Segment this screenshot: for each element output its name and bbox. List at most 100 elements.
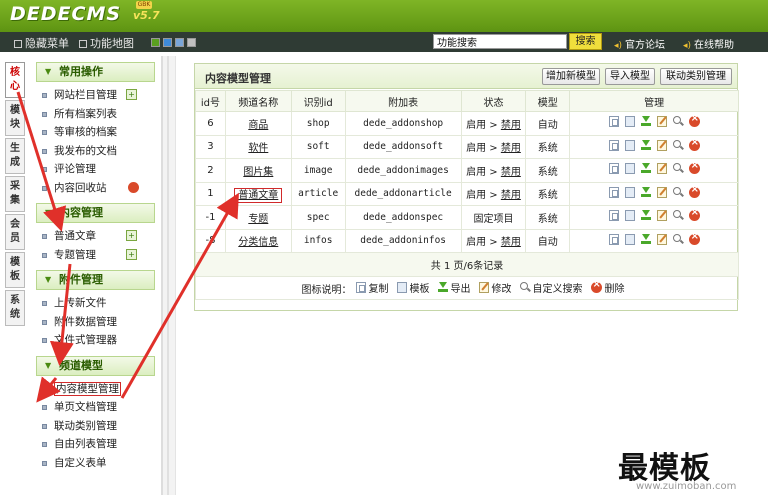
feature-search-input[interactable] — [433, 34, 567, 49]
delete-icon[interactable] — [688, 207, 700, 222]
template-icon[interactable] — [624, 163, 635, 175]
hide-menu-button[interactable]: 隐藏菜单 — [14, 35, 69, 51]
menu-item[interactable]: 所有档案列表 — [28, 105, 161, 124]
custom-search-icon[interactable] — [672, 139, 683, 151]
disable-link[interactable]: 禁用 — [501, 143, 521, 154]
menu-item[interactable]: 普通文章 + — [28, 227, 161, 246]
export-icon[interactable] — [640, 163, 651, 174]
edit-icon[interactable] — [656, 163, 667, 175]
custom-search-icon[interactable] — [672, 210, 683, 221]
menu-item[interactable]: 评论管理 — [28, 160, 161, 179]
copy-icon[interactable] — [608, 233, 619, 245]
add-icon[interactable]: + — [126, 89, 137, 100]
skin-swatch-lightblue[interactable] — [175, 38, 184, 47]
feature-map-button[interactable]: 功能地图 — [79, 35, 134, 51]
template-icon[interactable] — [624, 233, 635, 245]
module-tab-6[interactable]: 系统 — [5, 290, 25, 326]
delete-icon[interactable] — [688, 231, 700, 245]
delete-icon[interactable] — [688, 184, 700, 198]
skin-swatch-green[interactable] — [151, 38, 160, 47]
copy-icon[interactable] — [608, 163, 619, 175]
menu-item[interactable]: 自由列表管理 — [28, 435, 161, 454]
menu-item[interactable]: 内容回收站 — [28, 179, 161, 198]
copy-icon[interactable] — [608, 116, 619, 128]
cell-ident: soft — [290, 134, 346, 159]
feature-map-label: 功能地图 — [90, 37, 134, 50]
disable-link[interactable]: 禁用 — [501, 120, 521, 131]
edit-icon[interactable] — [656, 210, 667, 222]
menu-item[interactable]: 上传新文件 — [28, 294, 161, 313]
skin-swatch-blue[interactable] — [163, 38, 172, 47]
template-icon — [396, 281, 407, 293]
skin-swatch-gray[interactable] — [187, 38, 196, 47]
edit-icon[interactable] — [656, 186, 667, 198]
recycle-icon[interactable] — [128, 181, 139, 193]
menu-group-header[interactable]: ▼ 频道模型 — [36, 355, 155, 376]
module-tab-0[interactable]: 核心 — [5, 62, 25, 98]
export-icon[interactable] — [640, 210, 651, 221]
menu-item[interactable]: 自定义表单 — [28, 454, 161, 473]
channel-name-link[interactable]: 图片集 — [243, 167, 273, 178]
edit-icon[interactable] — [656, 116, 667, 128]
menu-group-header[interactable]: ▼ 常用操作 — [36, 62, 155, 82]
template-icon[interactable] — [624, 186, 635, 198]
module-tab-4[interactable]: 会员 — [5, 214, 25, 250]
module-tab-1[interactable]: 模块 — [5, 100, 25, 136]
template-icon[interactable] — [624, 116, 635, 128]
edit-icon[interactable] — [656, 233, 667, 245]
dedecms-logo[interactable]: DEDECMS — [10, 3, 121, 25]
add-icon[interactable]: + — [126, 230, 137, 241]
custom-search-icon[interactable] — [672, 116, 683, 127]
channel-name-link[interactable]: 软件 — [248, 143, 268, 154]
channel-name-link[interactable]: 专题 — [248, 214, 268, 225]
custom-search-icon[interactable] — [672, 163, 683, 174]
template-icon[interactable] — [624, 139, 635, 151]
menu-item[interactable]: 网站栏目管理 + — [28, 86, 161, 105]
edit-icon[interactable] — [656, 139, 667, 151]
menu-item[interactable]: 内容模型管理 — [28, 380, 161, 399]
menu-item[interactable]: 附件数据管理 — [28, 313, 161, 332]
menu-item[interactable]: 联动类别管理 — [28, 417, 161, 436]
export-icon[interactable] — [640, 116, 651, 127]
official-forum-link[interactable]: ◂) 官方论坛 — [614, 36, 665, 51]
custom-search-icon[interactable] — [672, 233, 683, 245]
disable-link[interactable]: 禁用 — [501, 237, 521, 248]
menu-item[interactable]: 单页文档管理 — [28, 398, 161, 417]
add-icon[interactable]: + — [126, 248, 137, 260]
sidebar-splitter[interactable] — [162, 56, 176, 495]
delete-icon[interactable] — [688, 160, 700, 175]
menu-item[interactable]: 专题管理 + — [28, 246, 161, 265]
template-icon[interactable] — [624, 210, 635, 222]
import-model-button[interactable]: 导入模型 — [605, 68, 655, 85]
menu-item[interactable]: 等审核的档案 — [28, 123, 161, 142]
online-help-link[interactable]: ◂) 在线帮助 — [683, 36, 734, 51]
cell-name: 分类信息 — [224, 228, 292, 253]
menu-item[interactable]: 我发布的文档 — [28, 142, 161, 161]
delete-icon[interactable] — [688, 113, 700, 128]
copy-icon[interactable] — [608, 186, 619, 198]
export-icon[interactable] — [640, 233, 651, 245]
menu-group-header[interactable]: ▼ 内容管理 — [36, 203, 155, 223]
copy-icon[interactable] — [608, 139, 619, 151]
menu-item[interactable]: 文件式管理器 — [28, 331, 161, 350]
export-icon[interactable] — [640, 139, 651, 151]
add-model-button[interactable]: 增加新模型 — [542, 68, 600, 85]
channel-name-link[interactable]: 分类信息 — [238, 237, 278, 248]
table-header-row: id号 频道名称 识别id 附加表 状态 模型 管理 — [195, 90, 739, 112]
legend-label: 复制 — [368, 283, 389, 295]
export-icon[interactable] — [640, 186, 651, 198]
copy-icon[interactable] — [608, 210, 619, 222]
custom-search-icon[interactable] — [672, 186, 683, 198]
module-tab-3[interactable]: 采集 — [5, 176, 25, 212]
channel-name-link[interactable]: 商品 — [248, 120, 268, 131]
menu-group-header[interactable]: ▼ 附件管理 — [36, 270, 155, 290]
channel-name-link[interactable]: 普通文章 — [234, 188, 283, 204]
disable-link[interactable]: 禁用 — [501, 167, 521, 178]
module-tab-2[interactable]: 生成 — [5, 138, 25, 174]
module-tab-5[interactable]: 模板 — [5, 252, 25, 288]
linkage-category-button[interactable]: 联动类别管理 — [660, 68, 732, 85]
export-icon — [437, 281, 448, 293]
delete-icon[interactable] — [688, 137, 700, 151]
disable-link[interactable]: 禁用 — [501, 190, 521, 201]
search-button[interactable]: 搜索 — [569, 33, 602, 50]
